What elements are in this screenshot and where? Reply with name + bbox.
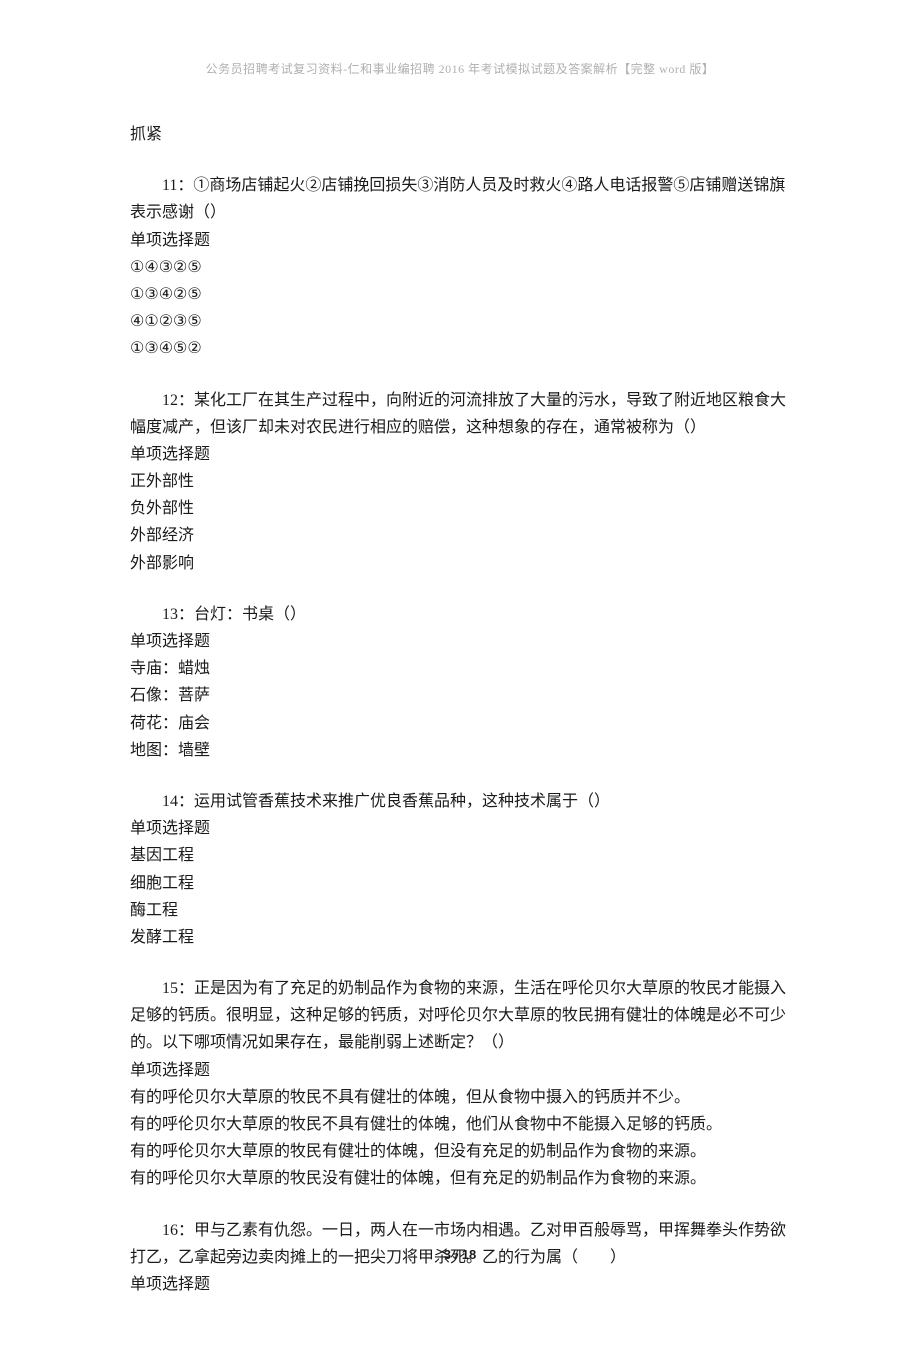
q14-stem: 14：运用试管香蕉技术来推广优良香蕉品种，这种技术属于（） — [130, 788, 790, 815]
q15-type: 单项选择题 — [130, 1057, 790, 1084]
q10-option-trail: 抓紧 — [130, 121, 790, 148]
q14-opt-a: 基因工程 — [130, 842, 790, 869]
q13-stem: 13：台灯：书桌（） — [130, 601, 790, 628]
q16-stem: 16：甲与乙素有仇怨。一日，两人在一市场内相遇。乙对甲百般辱骂，甲挥舞拳头作势欲… — [130, 1217, 790, 1271]
q13-opt-b: 石像：菩萨 — [130, 682, 790, 709]
q11-opt-a: ①④③②⑤ — [130, 254, 790, 281]
document-body: 抓紧 11：①商场店铺起火②店铺挽回损失③消防人员及时救火④路人电话报警⑤店铺赠… — [130, 121, 790, 1298]
question-14: 14：运用试管香蕉技术来推广优良香蕉品种，这种技术属于（） 单项选择题 基因工程… — [130, 788, 790, 951]
q13-opt-d: 地图：墙壁 — [130, 737, 790, 764]
q10-trailing: 抓紧 — [130, 121, 790, 148]
q11-opt-d: ①③④⑤② — [130, 335, 790, 362]
q14-type: 单项选择题 — [130, 815, 790, 842]
q14-opt-b: 细胞工程 — [130, 870, 790, 897]
q12-opt-d: 外部影响 — [130, 550, 790, 577]
question-12: 12：某化工厂在其生产过程中，向附近的河流排放了大量的污水，导致了附近地区粮食大… — [130, 387, 790, 577]
q12-stem: 12：某化工厂在其生产过程中，向附近的河流排放了大量的污水，导致了附近地区粮食大… — [130, 387, 790, 441]
page-header: 公务员招聘考试复习资料-仁和事业编招聘 2016 年考试模拟试题及答案解析【完整… — [130, 60, 790, 77]
q12-opt-a: 正外部性 — [130, 468, 790, 495]
q14-opt-d: 发酵工程 — [130, 924, 790, 951]
question-13: 13：台灯：书桌（） 单项选择题 寺庙：蜡烛 石像：菩萨 荷花：庙会 地图：墙壁 — [130, 601, 790, 764]
q13-opt-a: 寺庙：蜡烛 — [130, 655, 790, 682]
page-footer: 3 / 18 — [0, 1247, 920, 1262]
page-number-total: 18 — [462, 1247, 476, 1262]
q11-opt-b: ①③④②⑤ — [130, 281, 790, 308]
q13-type: 单项选择题 — [130, 628, 790, 655]
q15-opt-c: 有的呼伦贝尔大草原的牧民有健壮的体魄，但没有充足的奶制品作为食物的来源。 — [130, 1138, 790, 1165]
q12-type: 单项选择题 — [130, 441, 790, 468]
q11-opt-c: ④①②③⑤ — [130, 308, 790, 335]
page-number-current: 3 — [444, 1247, 451, 1262]
q15-opt-b: 有的呼伦贝尔大草原的牧民不具有健壮的体魄，他们从食物中不能摄入足够的钙质。 — [130, 1111, 790, 1138]
q13-opt-c: 荷花：庙会 — [130, 710, 790, 737]
q14-opt-c: 酶工程 — [130, 897, 790, 924]
q16-type: 单项选择题 — [130, 1271, 790, 1298]
q11-stem: 11：①商场店铺起火②店铺挽回损失③消防人员及时救火④路人电话报警⑤店铺赠送锦旗… — [130, 172, 790, 226]
question-15: 15：正是因为有了充足的奶制品作为食物的来源，生活在呼伦贝尔大草原的牧民才能摄入… — [130, 975, 790, 1193]
q15-opt-a: 有的呼伦贝尔大草原的牧民不具有健壮的体魄，但从食物中摄入的钙质并不少。 — [130, 1084, 790, 1111]
q15-opt-d: 有的呼伦贝尔大草原的牧民没有健壮的体魄，但有充足的奶制品作为食物的来源。 — [130, 1165, 790, 1192]
q12-opt-c: 外部经济 — [130, 522, 790, 549]
q12-opt-b: 负外部性 — [130, 495, 790, 522]
page-number-sep: / — [451, 1247, 462, 1262]
question-11: 11：①商场店铺起火②店铺挽回损失③消防人员及时救火④路人电话报警⑤店铺赠送锦旗… — [130, 172, 790, 362]
q11-type: 单项选择题 — [130, 227, 790, 254]
q15-stem: 15：正是因为有了充足的奶制品作为食物的来源，生活在呼伦贝尔大草原的牧民才能摄入… — [130, 975, 790, 1057]
